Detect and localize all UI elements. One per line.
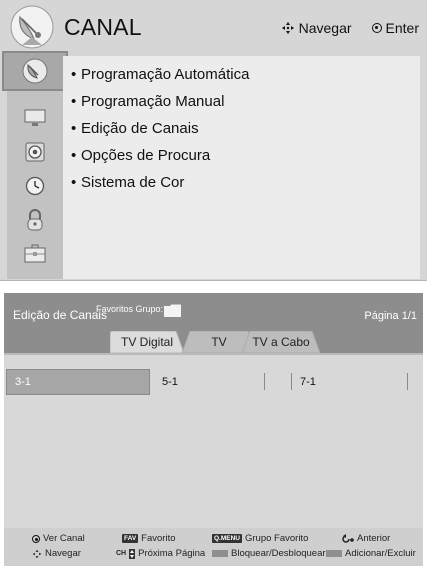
menu-item-label: Programação Manual xyxy=(81,93,225,110)
hint-add-delete: Adicionar/Excluir xyxy=(326,548,416,559)
channel-divider xyxy=(407,373,408,390)
sidebar-item-picture[interactable] xyxy=(7,102,63,133)
channel-cell[interactable]: 7-1 xyxy=(292,369,407,395)
channel-number: 5-1 xyxy=(162,376,178,388)
hint-label: Anterior xyxy=(357,533,391,544)
monitor-icon xyxy=(24,109,46,126)
tab-tv-cabo[interactable]: TV a Cabo xyxy=(242,331,320,353)
color-key-icon xyxy=(326,550,342,557)
channel-cell-selected[interactable]: 3-1 xyxy=(6,369,150,395)
lock-icon xyxy=(27,208,43,230)
bullet-icon: • xyxy=(71,174,77,191)
four-way-arrow-icon xyxy=(32,549,42,558)
menu-item-channel-edit[interactable]: • Edição de Canais xyxy=(71,120,199,137)
channel-divider xyxy=(264,373,265,390)
menu-item-label: Edição de Canais xyxy=(81,120,199,137)
sidebar-item-option[interactable] xyxy=(7,238,63,269)
hint-view-channel: Ver Canal xyxy=(32,533,85,544)
hint-navigate: Navegar xyxy=(32,548,81,559)
ok-button-icon xyxy=(371,23,382,33)
four-way-arrow-icon xyxy=(281,22,294,34)
speaker-icon xyxy=(25,142,45,161)
ch-key-label: CH xyxy=(116,550,127,557)
channel-grid: 3-1 5-1 7-1 xyxy=(4,353,423,528)
navigation-hint: Navegar Enter xyxy=(281,20,419,36)
color-key-icon xyxy=(212,550,228,557)
hint-previous: Anterior xyxy=(342,533,390,544)
hint-label: Bloquear/Desbloquear xyxy=(231,548,326,559)
briefcase-icon xyxy=(24,244,46,262)
sidebar-item-channel[interactable] xyxy=(2,51,68,91)
menu-item-label: Opções de Procura xyxy=(81,147,211,164)
bullet-icon: • xyxy=(71,147,77,164)
channel-cell[interactable]: 5-1 xyxy=(154,369,274,395)
bullet-icon: • xyxy=(71,66,77,83)
sidebar-item-time[interactable] xyxy=(7,170,63,201)
hint-next-page: CH Próxima Página xyxy=(116,548,205,559)
favorite-group-label: Favoritos Grupo: xyxy=(96,304,164,314)
hint-label: Navegar xyxy=(45,548,81,559)
hint-label: Adicionar/Excluir xyxy=(345,548,416,559)
page-indicator: Página 1/1 xyxy=(364,310,417,322)
tab-label: TV a Cabo xyxy=(252,335,310,349)
fav-key-icon: FAV xyxy=(122,534,139,543)
tab-label: TV Digital xyxy=(120,335,173,349)
channel-edit-panel: Edição de Canais Favoritos Grupo: Página… xyxy=(4,293,423,566)
category-sidebar xyxy=(2,51,68,279)
hint-favorite-group: Q.MENU Grupo Favorito xyxy=(212,533,308,544)
satellite-icon xyxy=(22,58,48,84)
enter-hint-label: Enter xyxy=(385,20,419,36)
channel-edit-header: Edição de Canais Favoritos Grupo: Página… xyxy=(4,293,423,353)
hint-label: Grupo Favorito xyxy=(245,533,309,544)
qmenu-key-icon: Q.MENU xyxy=(212,534,242,543)
sidebar-item-audio[interactable] xyxy=(7,136,63,167)
channel-edit-title: Edição de Canais xyxy=(13,308,108,322)
channel-number: 7-1 xyxy=(300,376,316,388)
navigate-hint-label: Navegar xyxy=(298,20,352,36)
hint-label: Próxima Página xyxy=(138,548,206,559)
back-arrow-icon xyxy=(342,534,354,543)
hint-label: Ver Canal xyxy=(43,533,85,544)
ok-button-icon xyxy=(32,534,40,543)
hint-favorite: FAV Favorito xyxy=(122,533,176,544)
menu-item-label: Programação Automática xyxy=(81,66,250,83)
satellite-dish-icon xyxy=(10,5,54,49)
menu-options-list: • Programação Automática • Programação Man… xyxy=(63,56,420,279)
channel-menu-panel: CANAL Navegar Enter • Programação Automá… xyxy=(0,0,427,281)
menu-header: CANAL Navegar Enter xyxy=(0,0,427,56)
tab-label: TV xyxy=(211,335,227,349)
channel-up-down-icon xyxy=(129,548,136,559)
sidebar-item-lock[interactable] xyxy=(7,204,63,235)
menu-title: CANAL xyxy=(64,14,142,40)
hint-lock-unlock: Bloquear/Desbloquear xyxy=(212,548,326,559)
menu-item-search-options[interactable]: • Opções de Procura xyxy=(71,147,210,164)
menu-item-label: Sistema de Cor xyxy=(81,174,185,191)
bullet-icon: • xyxy=(71,93,77,110)
channel-number: 3-1 xyxy=(15,376,31,388)
tab-tv-digital[interactable]: TV Digital xyxy=(110,331,184,353)
folder-icon[interactable] xyxy=(164,304,181,317)
clock-icon xyxy=(25,176,45,195)
hint-label: Favorito xyxy=(141,533,176,544)
bullet-icon: • xyxy=(71,120,77,137)
menu-item-color-system[interactable]: • Sistema de Cor xyxy=(71,174,184,191)
menu-item-auto-tuning[interactable]: • Programação Automática xyxy=(71,66,249,83)
menu-item-manual-tuning[interactable]: • Programação Manual xyxy=(71,93,224,110)
key-guide-footer: Ver Canal FAV Favorito Q.MENU Grupo Favo… xyxy=(4,528,423,566)
